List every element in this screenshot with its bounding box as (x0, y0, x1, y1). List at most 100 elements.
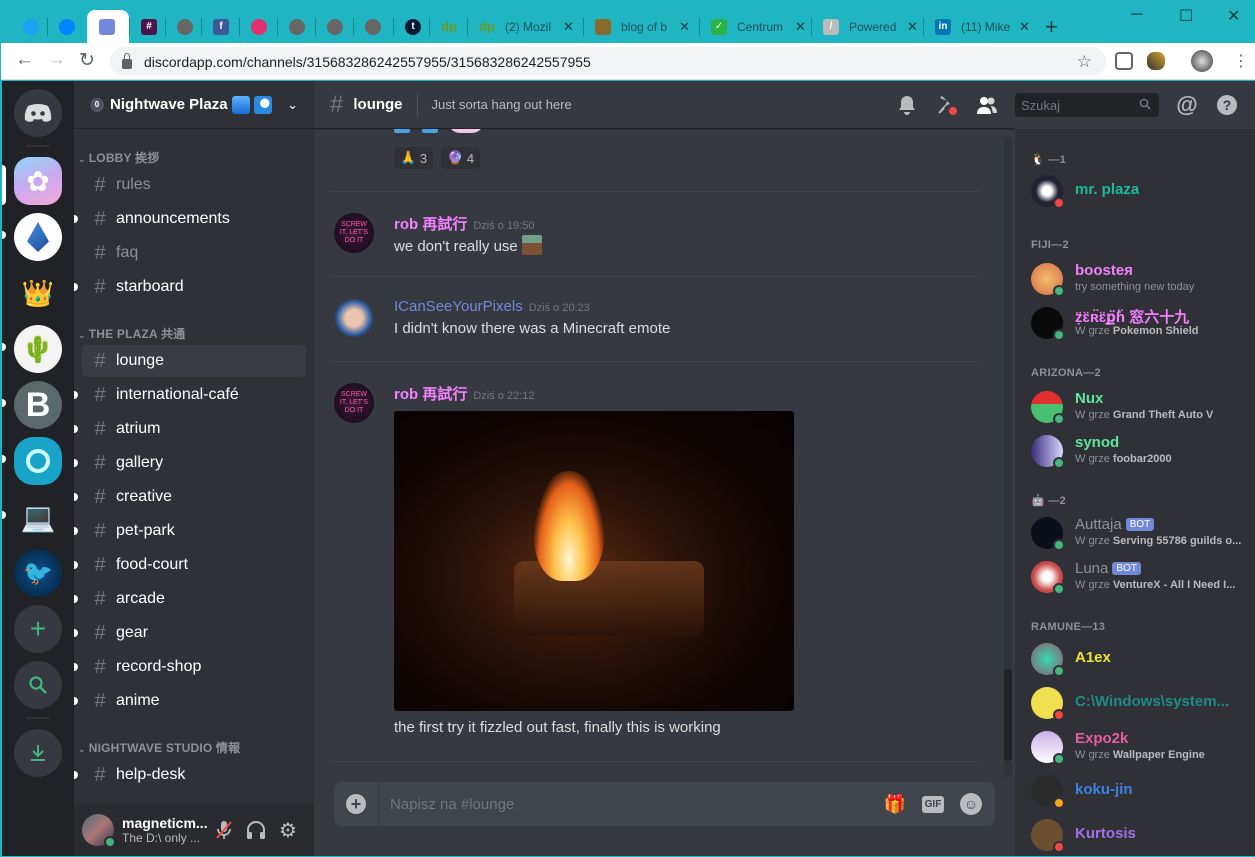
new-tab-button[interactable]: + (1045, 14, 1058, 40)
browser-tab[interactable] (11, 10, 47, 43)
member-item[interactable]: C:\Windows\system... (1023, 681, 1247, 725)
pinned-messages-button[interactable] (935, 93, 959, 117)
server-header[interactable]: 0 Nightwave Plaza ⌄ (74, 81, 314, 129)
close-tab-icon[interactable]: ✕ (907, 19, 918, 35)
address-bar[interactable]: discordapp.com/channels/3156832862425579… (110, 47, 1106, 76)
channel-lounge[interactable]: # lounge (82, 345, 306, 377)
channel-anime[interactable]: # anime (74, 685, 306, 717)
reload-button[interactable]: ↻ (79, 49, 95, 72)
chevron-down-icon[interactable]: ⌄ (287, 97, 298, 113)
server-b[interactable]: B (14, 381, 62, 429)
server-laptop[interactable]: 💻 (14, 493, 62, 541)
browser-tab[interactable] (87, 10, 129, 43)
server-nightwave-plaza[interactable]: ✿ (14, 157, 62, 205)
channel-help-desk[interactable]: # help-desk (74, 759, 306, 791)
message-author[interactable]: ICanSeeYourPixels Dziś o 20:23 (394, 298, 590, 315)
member-item[interactable]: Expo2k W grze Wallpaper Engine (1023, 725, 1247, 769)
channel-rules[interactable]: # rules (82, 169, 306, 201)
mute-microphone-button[interactable] (208, 814, 240, 846)
browser-tab[interactable] (277, 10, 315, 43)
discord-home-button[interactable] (14, 89, 62, 137)
gift-button[interactable]: 🎁 (883, 792, 907, 816)
fireplace-image[interactable] (394, 411, 794, 711)
member-item[interactable]: koku-jin (1023, 769, 1247, 813)
menu-icon[interactable]: ⋮ (1233, 51, 1249, 71)
gif-button[interactable]: GIF (921, 792, 945, 816)
search-bar[interactable]: Szukaj (1015, 93, 1159, 117)
upload-plus-button[interactable]: + (346, 794, 366, 814)
minimize-button[interactable]: ─ (1131, 6, 1142, 24)
browser-tab[interactable]: f (201, 10, 239, 43)
author-name[interactable]: rob 再試行 (394, 216, 467, 233)
browser-tab[interactable]: in (11) Mike ✕ (923, 10, 1035, 43)
channel-pet-park[interactable]: # pet-park (74, 515, 306, 547)
profile-avatar[interactable] (1191, 50, 1213, 72)
browser-tab[interactable]: / Powered ✕ (811, 10, 923, 43)
member-item[interactable]: mr. plaza (1023, 169, 1247, 213)
user-avatar[interactable] (82, 814, 116, 848)
browser-tab[interactable]: dp (429, 10, 467, 43)
author-name[interactable]: rob 再試行 (394, 386, 467, 403)
browser-tab[interactable]: blog of b ✕ (583, 10, 699, 43)
channel-arcade[interactable]: # arcade (74, 583, 306, 615)
browser-tab[interactable]: dp (2) Mozil ✕ (467, 10, 583, 43)
forward-button[interactable]: → (47, 49, 66, 71)
browser-tab[interactable] (239, 10, 277, 43)
member-item[interactable]: synod W grze foobar2000 (1023, 429, 1247, 473)
browser-tab[interactable] (47, 10, 87, 43)
browser-tab[interactable] (165, 10, 201, 43)
channel-food-court[interactable]: # food-court (74, 549, 306, 581)
member-item[interactable]: Kurtosis (1023, 813, 1247, 856)
browser-tab[interactable] (315, 10, 353, 43)
member-item[interactable]: boosteя try something new today (1023, 257, 1247, 301)
channel-category[interactable]: ⌄ LOBBY 挨拶 (78, 149, 159, 166)
browser-tab[interactable]: t (393, 10, 429, 43)
server-ring[interactable] (14, 437, 62, 485)
server-raven[interactable]: 🐦 (14, 549, 62, 597)
download-apps-button[interactable] (14, 729, 62, 777)
reaction-pray[interactable]: 🙏 3 (394, 147, 434, 169)
add-server-button[interactable]: + (14, 605, 62, 653)
channel-creative[interactable]: # creative (74, 481, 306, 513)
channel-gear[interactable]: # gear (74, 617, 306, 649)
reaction-crystal[interactable]: 🔮 4 (441, 147, 481, 169)
close-tab-icon[interactable]: ✕ (795, 19, 806, 35)
server-tcrf[interactable]: 🌵 (14, 325, 62, 373)
channel-atrium[interactable]: # atrium (74, 413, 306, 445)
close-window-button[interactable]: ✕ (1227, 6, 1240, 26)
emoji-button[interactable]: ☺ (959, 792, 983, 816)
help-button[interactable]: ? (1215, 93, 1239, 117)
server-king[interactable]: 👑 (14, 269, 62, 317)
channel-topic[interactable]: Just sorta hang out here (432, 97, 572, 112)
close-tab-icon[interactable]: ✕ (1019, 19, 1030, 35)
member-list-toggle[interactable] (975, 93, 999, 117)
notification-bell-button[interactable] (895, 93, 919, 117)
channel-announcements[interactable]: # announcements (74, 203, 306, 235)
member-item[interactable]: Nux W grze Grand Theft Auto V (1023, 385, 1247, 429)
message-input[interactable] (390, 795, 860, 813)
message-author[interactable]: rob 再試行 Dziś o 19:50 (394, 213, 535, 234)
bookmark-star-icon[interactable]: ☆ (1077, 52, 1092, 72)
author-name[interactable]: ICanSeeYourPixels (394, 298, 523, 315)
author-avatar[interactable]: SCREW IT, LET'S DO IT (334, 383, 374, 423)
channel-gallery[interactable]: # gallery (74, 447, 306, 479)
channel-faq[interactable]: # faq (82, 237, 306, 269)
back-button[interactable]: ← (15, 49, 34, 71)
explore-servers-button[interactable] (14, 661, 62, 709)
mentions-button[interactable]: @ (1175, 92, 1199, 117)
channel-category[interactable]: ⌄ NIGHTWAVE STUDIO 情報 (78, 739, 240, 756)
author-avatar[interactable] (334, 298, 374, 338)
member-item[interactable]: Auttaja BOT W grze Serving 55786 guilds o.… (1023, 511, 1247, 555)
channel-starboard[interactable]: # starboard (74, 271, 306, 303)
close-tab-icon[interactable]: ✕ (563, 19, 574, 35)
channel-international-café[interactable]: # international-café (74, 379, 306, 411)
member-item[interactable]: Luna BOT W grze VentureX - All I Need I... (1023, 555, 1247, 599)
member-item[interactable]: A1ex (1023, 637, 1247, 681)
channel-category[interactable]: ⌄ THE PLAZA 共通 (78, 325, 185, 342)
deafen-button[interactable] (240, 814, 272, 846)
extension-icon[interactable] (1147, 52, 1165, 70)
channel-record-shop[interactable]: # record-shop (74, 651, 306, 683)
message-author[interactable]: rob 再試行 Dziś o 22:12 (394, 383, 535, 404)
maximize-button[interactable]: ☐ (1179, 6, 1193, 26)
pocket-extension-icon[interactable] (1115, 52, 1133, 70)
